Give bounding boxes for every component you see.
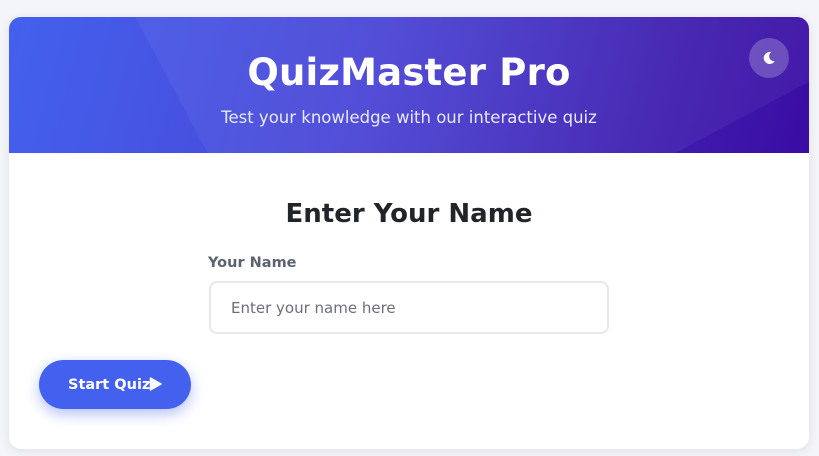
name-field-label: Your Name [208,255,297,271]
theme-toggle-button[interactable] [749,38,789,78]
app-subtitle: Test your knowledge with our interactive… [221,108,597,127]
name-section-heading: Enter Your Name [285,199,533,229]
name-input[interactable] [209,281,609,334]
play-icon [149,377,162,391]
app-title: QuizMaster Pro [247,51,571,94]
moon-icon [763,52,775,65]
quiz-header: QuizMaster Pro Test your knowledge with … [9,17,809,153]
start-quiz-label: Start Quiz [68,377,151,393]
start-quiz-button[interactable]: Start Quiz [39,360,191,409]
quiz-card: QuizMaster Pro Test your knowledge with … [9,17,809,449]
